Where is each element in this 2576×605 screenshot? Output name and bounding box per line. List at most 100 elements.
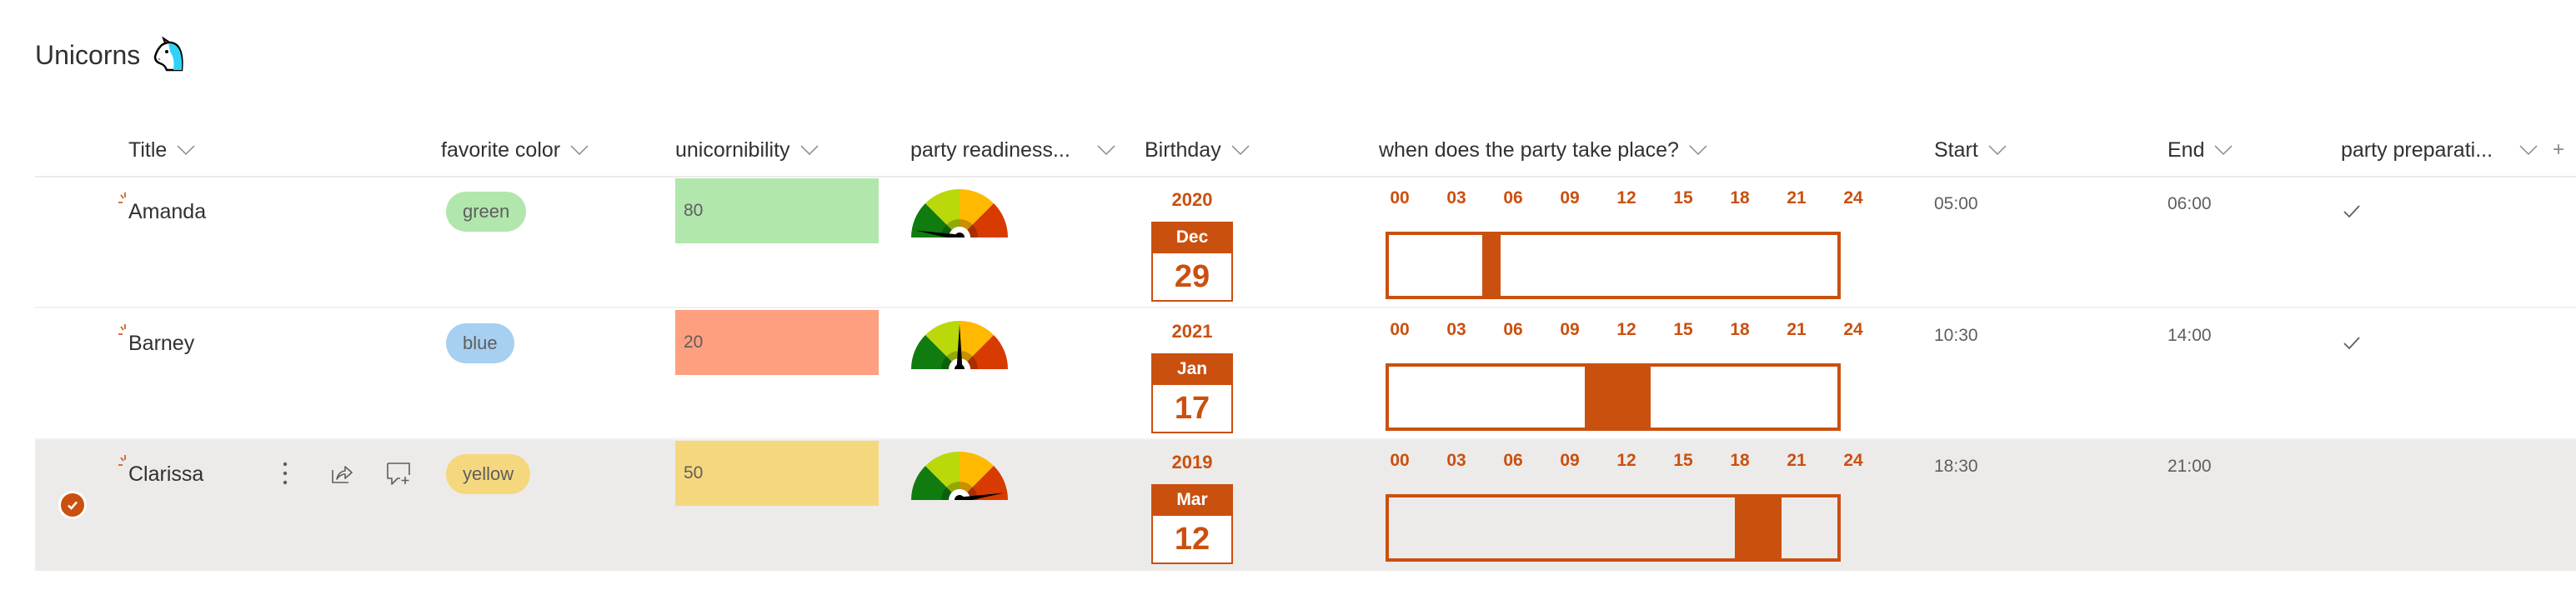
chevron-down-icon xyxy=(1231,144,1250,156)
column-header-unicornibility[interactable]: unicornibility xyxy=(675,125,819,175)
timeline-tick-label: 03 xyxy=(1446,451,1466,470)
timeline-tick-label: 00 xyxy=(1390,451,1410,470)
birthday-calendar: 2020 Dec 29 xyxy=(1151,188,1233,302)
timeline-party-bar xyxy=(1482,235,1501,296)
gauge-svg xyxy=(911,189,1008,248)
timeline-tick-label: 09 xyxy=(1560,188,1580,208)
timeline-track xyxy=(1386,494,1841,562)
column-header-label: unicornibility xyxy=(675,138,790,162)
plus-icon: + xyxy=(2553,138,2565,161)
timeline-tick-label: 06 xyxy=(1503,188,1523,208)
more-options-button[interactable] xyxy=(268,457,302,490)
add-column-button[interactable]: + xyxy=(2553,125,2564,175)
timeline-tick-label: 18 xyxy=(1730,451,1750,470)
column-header-label: Birthday xyxy=(1145,138,1221,162)
list-row[interactable]: Barney blue 20 2021 Jan 17 00 03 06 09 12 15 18 21 24 1… xyxy=(35,309,2576,440)
party-time-timeline: 00 03 06 09 12 15 18 21 24 xyxy=(1380,451,1863,562)
column-header-favorite-color[interactable]: favorite color xyxy=(441,125,589,175)
party-preparation-check-icon xyxy=(2343,336,2361,351)
timeline-tick-label: 00 xyxy=(1390,320,1410,339)
unicornibility-value: 50 xyxy=(675,441,879,506)
timeline-tick-label: 15 xyxy=(1673,451,1693,470)
column-header-label: Title xyxy=(128,138,168,162)
column-header-birthday[interactable]: Birthday xyxy=(1145,125,1250,175)
party-readiness-gauge xyxy=(910,450,1009,511)
list-row[interactable]: Amanda green 80 2020 Dec 29 00 03 06 09 12 15 18 21 24… xyxy=(35,178,2576,308)
column-header-party-time[interactable]: when does the party take place? xyxy=(1379,125,1707,175)
start-time: 10:30 xyxy=(1934,326,1978,345)
timeline-tick-label: 21 xyxy=(1787,320,1807,339)
favorite-color-pill: yellow xyxy=(446,454,531,494)
birthday-month: Dec xyxy=(1151,222,1233,253)
end-time: 14:00 xyxy=(2168,326,2212,345)
party-readiness-gauge xyxy=(910,188,1009,248)
timeline-tick-label: 12 xyxy=(1616,451,1636,470)
item-title-link[interactable]: Barney xyxy=(128,332,194,356)
timeline-tick-label: 21 xyxy=(1787,188,1807,208)
add-comment-button[interactable] xyxy=(382,457,415,490)
column-header-label: favorite color xyxy=(441,138,561,162)
party-time-timeline: 00 03 06 09 12 15 18 21 24 xyxy=(1380,188,1863,299)
birthday-month: Mar xyxy=(1151,484,1233,516)
timeline-tick-label: 03 xyxy=(1446,320,1466,339)
chevron-down-icon xyxy=(800,144,819,156)
chevron-down-icon xyxy=(2214,144,2233,156)
item-title-link[interactable]: Clarissa xyxy=(128,462,203,487)
column-header-title[interactable]: Title xyxy=(128,125,195,175)
checkmark-icon xyxy=(68,501,78,510)
comment-add-icon xyxy=(387,462,410,485)
timeline-tick-label: 24 xyxy=(1843,320,1863,339)
start-time: 05:00 xyxy=(1934,194,1978,213)
birthday-year: 2020 xyxy=(1171,189,1213,210)
timeline-party-bar xyxy=(1585,367,1651,428)
timeline-tick-label: 12 xyxy=(1616,188,1636,208)
column-header-label: End xyxy=(2168,138,2205,162)
end-time: 06:00 xyxy=(2168,194,2212,213)
chevron-down-icon xyxy=(1988,144,2007,156)
chevron-down-icon xyxy=(1097,144,1115,156)
birthday-day: 29 xyxy=(1151,253,1233,302)
timeline-tick-label: 24 xyxy=(1843,188,1863,208)
chevron-down-icon xyxy=(1689,144,1707,156)
unicornibility-value: 80 xyxy=(675,178,879,243)
share-icon xyxy=(332,466,353,483)
party-time-timeline: 00 03 06 09 12 15 18 21 24 xyxy=(1380,320,1863,431)
chevron-down-icon xyxy=(2519,144,2538,156)
birthday-year: 2021 xyxy=(1171,321,1213,342)
unicorn-icon xyxy=(150,36,187,73)
page-title: Unicorns xyxy=(35,36,187,73)
column-header-label: Start xyxy=(1934,138,1978,162)
timeline-tick-label: 06 xyxy=(1503,320,1523,339)
timeline-tick-label: 06 xyxy=(1503,451,1523,470)
timeline-track xyxy=(1386,232,1841,299)
party-preparation-check-icon xyxy=(2343,204,2361,219)
timeline-tick-label: 18 xyxy=(1730,320,1750,339)
row-select-checkbox[interactable] xyxy=(58,491,87,519)
timeline-tick-label: 09 xyxy=(1560,451,1580,470)
timeline-tick-label: 12 xyxy=(1616,320,1636,339)
timeline-tick-label: 09 xyxy=(1560,320,1580,339)
item-title-link[interactable]: Amanda xyxy=(128,200,206,224)
unicornibility-value: 20 xyxy=(675,310,879,375)
list-header: Title favorite color unicornibility part… xyxy=(35,125,2576,178)
list-row[interactable]: Clarissa yellow 50 2019 Mar 12 00 03 06 09 12 15 18 2… xyxy=(35,440,2576,571)
timeline-tick-label: 03 xyxy=(1446,188,1466,208)
share-button[interactable] xyxy=(325,457,358,490)
timeline-ticks: 00 03 06 09 12 15 18 21 24 xyxy=(1380,188,1862,213)
column-header-start[interactable]: Start xyxy=(1934,125,2007,175)
timeline-party-bar xyxy=(1734,498,1782,558)
start-time: 18:30 xyxy=(1934,457,1978,476)
column-header-label: when does the party take place? xyxy=(1379,138,1679,162)
timeline-tick-label: 15 xyxy=(1673,320,1693,339)
column-header-end[interactable]: End xyxy=(2168,125,2233,175)
chevron-down-icon xyxy=(570,144,589,156)
row-actions xyxy=(268,457,439,490)
birthday-month: Jan xyxy=(1151,353,1233,385)
column-header-party-preparation[interactable]: party preparati... xyxy=(2341,125,2538,175)
timeline-tick-label: 15 xyxy=(1673,188,1693,208)
column-header-party-readiness[interactable]: party readiness... xyxy=(910,125,1115,175)
timeline-track xyxy=(1386,363,1841,431)
birthday-day: 12 xyxy=(1151,516,1233,564)
timeline-tick-label: 18 xyxy=(1730,188,1750,208)
page-title-text: Unicorns xyxy=(35,39,141,70)
